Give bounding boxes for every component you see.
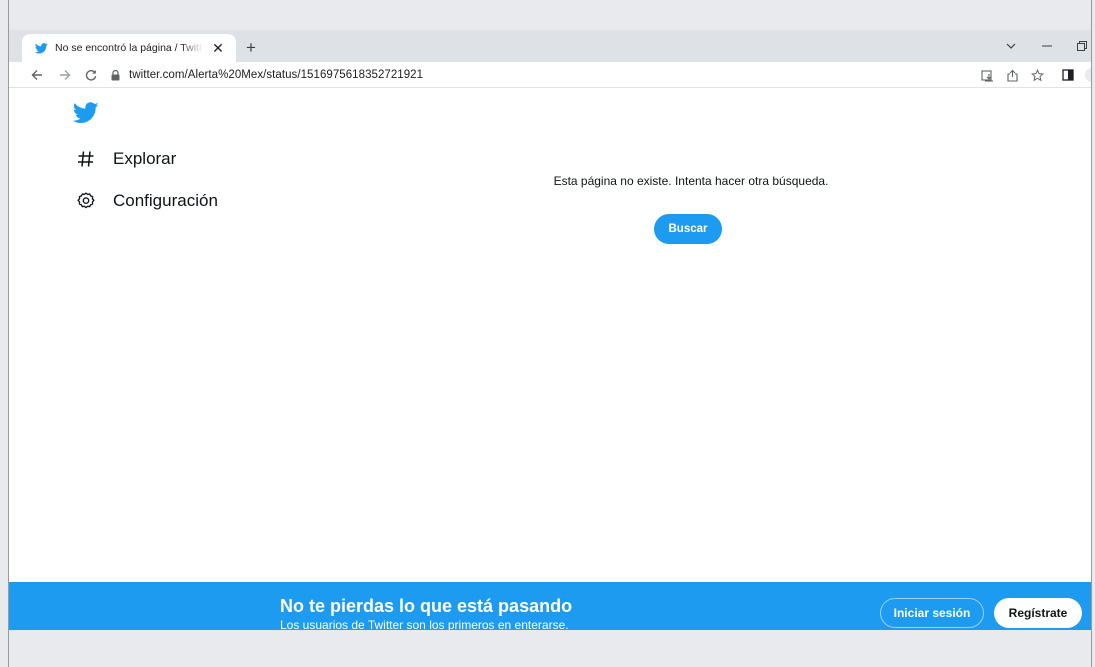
- profile-avatar[interactable]: [1085, 68, 1091, 82]
- window-frame-right: [1091, 0, 1092, 667]
- install-app-icon[interactable]: [977, 65, 997, 85]
- not-found-message: Esta página no existe. Intenta hacer otr…: [553, 174, 829, 188]
- banner-title: No te pierdas lo que está pasando: [280, 596, 573, 616]
- sidebar-item-configuracion[interactable]: Configuración: [75, 190, 218, 212]
- sidebar-item-label: Configuración: [113, 191, 218, 210]
- sidebar-item-label: Explorar: [113, 149, 177, 168]
- search-button[interactable]: Buscar: [654, 214, 722, 244]
- side-panel-icon[interactable]: [1058, 65, 1078, 85]
- new-tab-button[interactable]: +: [241, 38, 261, 58]
- twitter-favicon-icon: [34, 41, 48, 55]
- tab-title: No se encontró la página / Twitter: [55, 42, 203, 54]
- sidebar-item-explorar[interactable]: Explorar: [75, 148, 176, 170]
- url-text[interactable]: twitter.com/Alerta%20Mex/status/15169756…: [129, 69, 423, 81]
- share-icon[interactable]: [1002, 65, 1022, 85]
- bookmark-star-icon[interactable]: [1027, 65, 1047, 85]
- back-icon[interactable]: [27, 65, 47, 85]
- login-button[interactable]: Iniciar sesión: [880, 598, 984, 628]
- tab-strip: No se encontró la página / Twitter ✕ +: [9, 30, 1091, 62]
- browser-window: No se encontró la página / Twitter ✕ + t…: [9, 30, 1091, 630]
- hashtag-icon: [75, 148, 97, 170]
- address-bar[interactable]: twitter.com/Alerta%20Mex/status/15169756…: [109, 64, 969, 86]
- twitter-page: Explorar Configuración Esta página no ex…: [9, 88, 1091, 630]
- lock-icon[interactable]: [109, 69, 121, 81]
- restore-icon[interactable]: [1075, 36, 1089, 56]
- forward-icon[interactable]: [55, 65, 75, 85]
- banner-subtitle: Los usuarios de Twitter son los primeros…: [280, 618, 569, 630]
- signup-button[interactable]: Regístrate: [994, 598, 1082, 628]
- minimize-icon[interactable]: [1039, 36, 1055, 56]
- tab-close-icon[interactable]: ✕: [210, 40, 226, 56]
- browser-tab[interactable]: No se encontró la página / Twitter ✕: [22, 34, 236, 62]
- browser-toolbar: twitter.com/Alerta%20Mex/status/15169756…: [9, 62, 1091, 88]
- twitter-bird-logo-icon[interactable]: [72, 102, 99, 128]
- reload-icon[interactable]: [81, 65, 101, 85]
- signup-banner: No te pierdas lo que está pasando Los us…: [9, 582, 1091, 630]
- gear-icon: [75, 190, 97, 212]
- tab-search-chevron-icon[interactable]: [1003, 36, 1019, 56]
